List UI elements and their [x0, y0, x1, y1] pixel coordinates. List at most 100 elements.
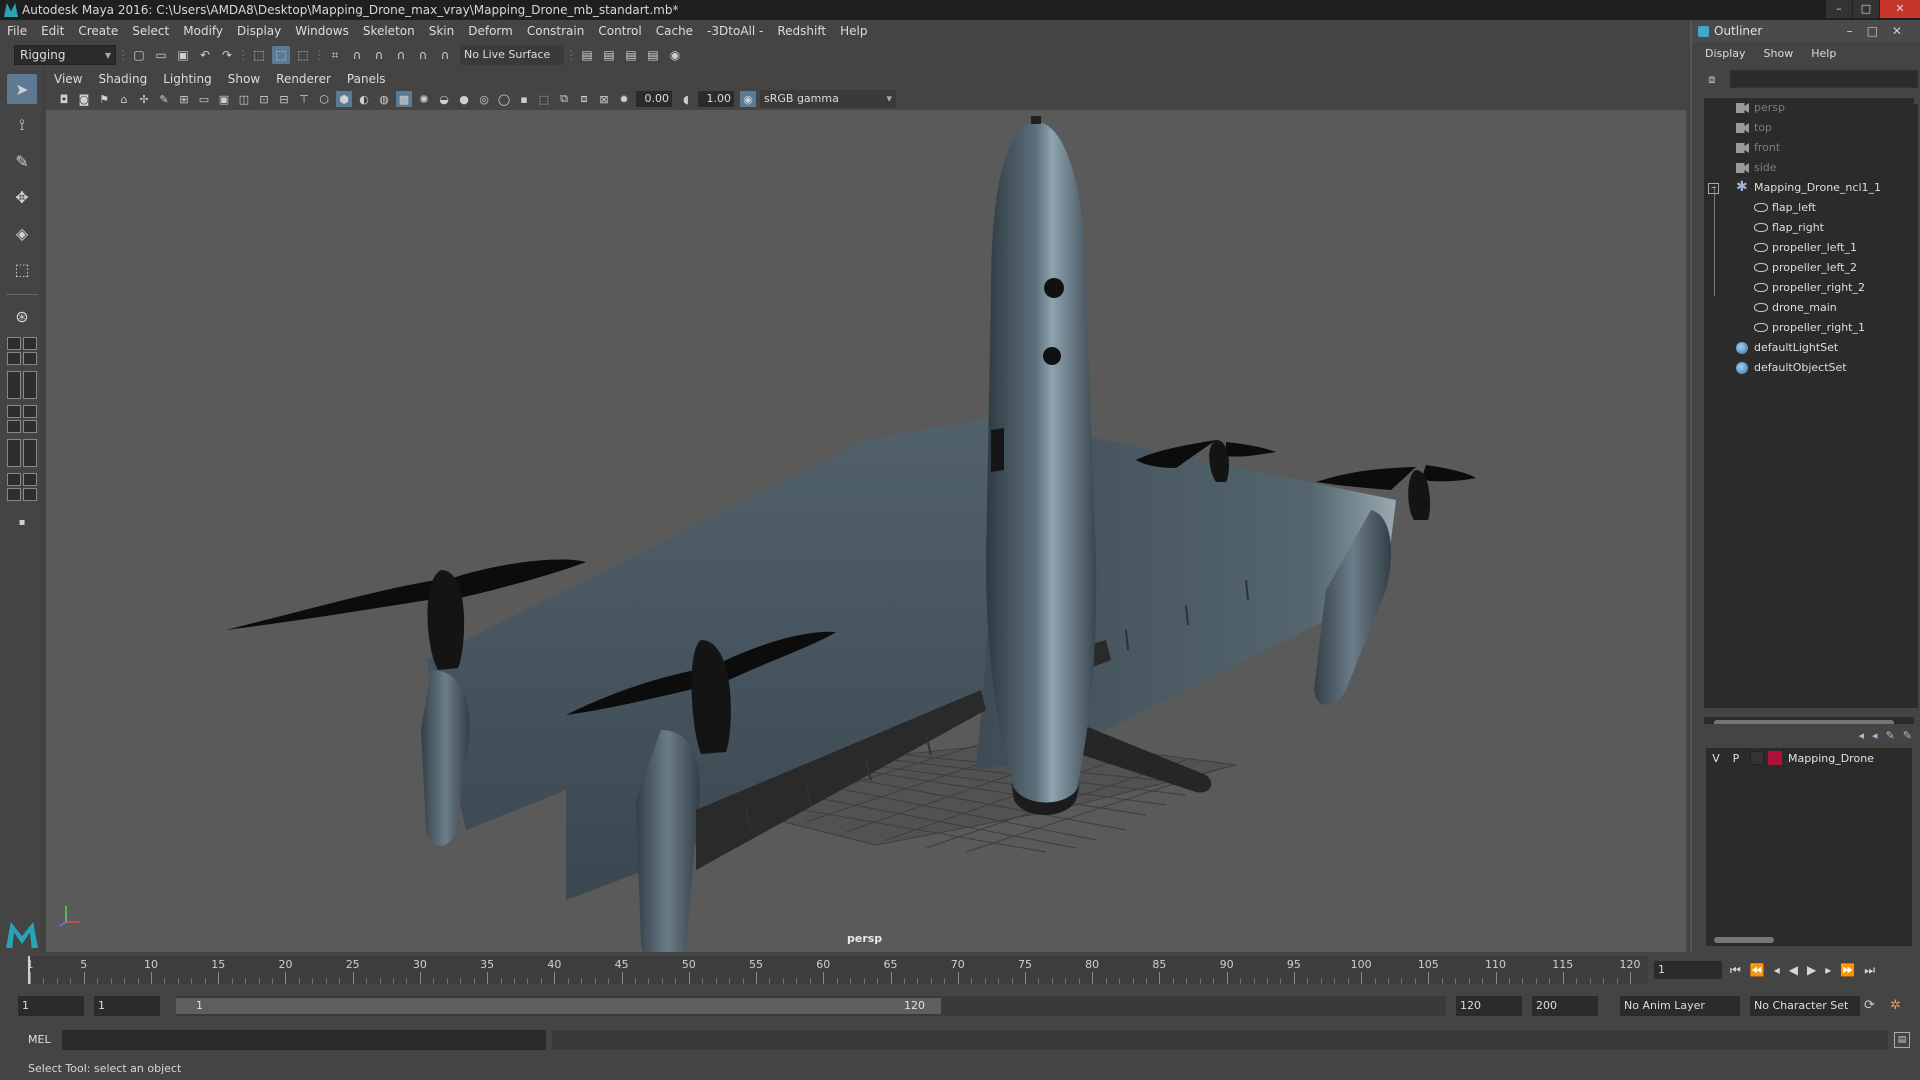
preferences-icon[interactable]: ✲	[1890, 998, 1901, 1013]
step-back-key-icon[interactable]: ⏪	[1750, 963, 1765, 977]
outliner-layout-icon[interactable]	[7, 439, 37, 467]
gamma-icon[interactable]: ◖	[678, 91, 694, 107]
smooth-shade-icon[interactable]: ⬢	[336, 91, 352, 107]
collapse-icon[interactable]: –	[1708, 183, 1719, 194]
time-slider[interactable]: 1 5 10 15 20 25 30 35 40 45 50 55 60 65 70 75 80 85 90 95 10…	[0, 952, 1690, 986]
outliner-item-propeller-left-2[interactable]: propeller_left_2	[1704, 258, 1914, 278]
outliner-item-front[interactable]: front	[1704, 138, 1914, 158]
panel-menu-lighting[interactable]: Lighting	[155, 72, 220, 86]
live-surface-field[interactable]: No Live Surface	[460, 45, 564, 65]
field-chart-icon[interactable]: ⊡	[256, 91, 272, 107]
panel-menu-view[interactable]: View	[46, 72, 90, 86]
new-layer-selected-icon[interactable]: ✎	[1903, 729, 1912, 742]
menu-edit[interactable]: Edit	[34, 24, 71, 38]
menu-select[interactable]: Select	[125, 24, 176, 38]
layer-horizontal-scrollbar[interactable]	[1706, 934, 1912, 946]
menu-windows[interactable]: Windows	[288, 24, 356, 38]
screen-space-ao-icon[interactable]: ●	[456, 91, 472, 107]
outliner-item-propeller-right-2[interactable]: propeller_right_2	[1704, 278, 1914, 298]
outliner-item-mapping-drone-group[interactable]: – ✱ Mapping_Drone_ncl1_1	[1704, 178, 1914, 198]
safe-action-icon[interactable]: ⊟	[276, 91, 292, 107]
menu-cache[interactable]: Cache	[649, 24, 700, 38]
isolate-select-icon[interactable]: ⬚	[536, 91, 552, 107]
step-back-frame-icon[interactable]: ◂	[1774, 963, 1780, 977]
outliner-search-input[interactable]	[1730, 70, 1918, 88]
menu-deform[interactable]: Deform	[461, 24, 520, 38]
outliner-item-side[interactable]: side	[1704, 158, 1914, 178]
step-forward-key-icon[interactable]: ⏩	[1840, 963, 1855, 977]
paint-select-icon[interactable]: ✎	[7, 146, 37, 176]
ipr-render-icon[interactable]: ▤	[622, 46, 640, 64]
menu-constrain[interactable]: Constrain	[520, 24, 592, 38]
panel-menu-show[interactable]: Show	[220, 72, 268, 86]
go-to-start-icon[interactable]: ⏮	[1730, 963, 1741, 978]
two-d-pan-icon[interactable]: ✢	[136, 91, 152, 107]
use-default-material-icon[interactable]: ◐	[356, 91, 372, 107]
exposure-icon[interactable]: ✹	[616, 91, 632, 107]
xray-icon[interactable]: ⧉	[556, 91, 572, 107]
menu-control[interactable]: Control	[591, 24, 648, 38]
playback-start-field[interactable]: 1	[94, 996, 160, 1016]
menu-create[interactable]: Create	[71, 24, 125, 38]
save-scene-icon[interactable]: ▣	[174, 46, 192, 64]
grid-icon[interactable]: ⊞	[176, 91, 192, 107]
undo-icon[interactable]: ↶	[196, 46, 214, 64]
play-backward-icon[interactable]: ◀	[1789, 963, 1798, 977]
hypershade-icon[interactable]: ◉	[666, 46, 684, 64]
two-view-layout-icon[interactable]	[7, 371, 37, 399]
animation-start-field[interactable]: 1	[18, 996, 84, 1016]
use-all-lights-icon[interactable]: ✺	[416, 91, 432, 107]
range-slider[interactable]: 1 120	[176, 996, 1446, 1016]
outliner-item-default-light-set[interactable]: defaultLightSet	[1704, 338, 1914, 358]
menu-skeleton[interactable]: Skeleton	[356, 24, 422, 38]
xray-components-icon[interactable]: ⊠	[596, 91, 612, 107]
shadows-icon[interactable]: ◒	[436, 91, 452, 107]
render-view-icon[interactable]: ▤	[578, 46, 596, 64]
script-editor-icon[interactable]: ▤	[1894, 1032, 1910, 1048]
anim-layer-dropdown[interactable]: No Anim Layer	[1620, 996, 1740, 1016]
select-component-icon[interactable]: ⬚	[294, 46, 312, 64]
character-set-dropdown[interactable]: No Character Set	[1750, 996, 1860, 1016]
more-layouts-icon[interactable]: ▪	[7, 507, 37, 537]
gamma-field[interactable]: 1.00	[698, 91, 734, 107]
select-object-icon[interactable]: ⬚	[272, 46, 290, 64]
textured-icon[interactable]: ▩	[396, 91, 412, 107]
layer-display-type[interactable]	[1750, 751, 1764, 765]
four-view-layout-icon[interactable]	[7, 337, 37, 365]
outliner-menu-show[interactable]: Show	[1755, 47, 1803, 60]
outliner-item-top[interactable]: top	[1704, 118, 1914, 138]
camera-attributes-icon[interactable]: ◙	[76, 91, 92, 107]
menu-file[interactable]: File	[0, 24, 34, 38]
outliner-item-persp[interactable]: persp	[1704, 98, 1914, 118]
move-layer-up-icon[interactable]: ◂	[1859, 729, 1865, 742]
menu-set-dropdown[interactable]: Rigging	[14, 45, 116, 65]
stacked-layout-icon[interactable]	[7, 405, 37, 433]
menu-3dtoall[interactable]: -3DtoAll -	[700, 24, 770, 38]
outliner-item-drone-main[interactable]: drone_main	[1704, 298, 1914, 318]
menu-help[interactable]: Help	[833, 24, 874, 38]
layer-row[interactable]: V P Mapping_Drone	[1706, 748, 1912, 768]
go-to-end-icon[interactable]: ⏭	[1864, 963, 1875, 978]
render-frame-icon[interactable]: ▤	[600, 46, 618, 64]
wireframe-on-shaded-icon[interactable]: ◍	[376, 91, 392, 107]
script-language-label[interactable]: MEL	[12, 1030, 62, 1050]
outliner-vertical-scrollbar[interactable]	[1910, 104, 1918, 708]
render-settings-icon[interactable]: ▤	[644, 46, 662, 64]
close-button[interactable]: ✕	[1880, 0, 1920, 18]
range-slider-handle[interactable]	[176, 998, 941, 1014]
move-tool-icon[interactable]: ✥	[7, 182, 37, 212]
select-hierarchy-icon[interactable]: ⬚	[250, 46, 268, 64]
play-forward-icon[interactable]: ▶	[1807, 963, 1816, 977]
safe-title-icon[interactable]: ⊤	[296, 91, 312, 107]
snap-live-icon[interactable]: ∩	[436, 46, 454, 64]
wireframe-icon[interactable]: ⬡	[316, 91, 332, 107]
outliner-item-flap-left[interactable]: flap_left	[1704, 198, 1914, 218]
scrollbar-thumb[interactable]	[1714, 937, 1774, 943]
motion-blur-icon[interactable]: ◎	[476, 91, 492, 107]
rotate-tool-icon[interactable]: ◈	[7, 218, 37, 248]
filter-icon[interactable]: ⧇	[1708, 72, 1716, 87]
scale-tool-icon[interactable]: ⬚	[7, 254, 37, 284]
panel-menu-shading[interactable]: Shading	[90, 72, 155, 86]
layer-color-swatch[interactable]	[1768, 751, 1782, 765]
layer-name[interactable]: Mapping_Drone	[1788, 752, 1874, 765]
